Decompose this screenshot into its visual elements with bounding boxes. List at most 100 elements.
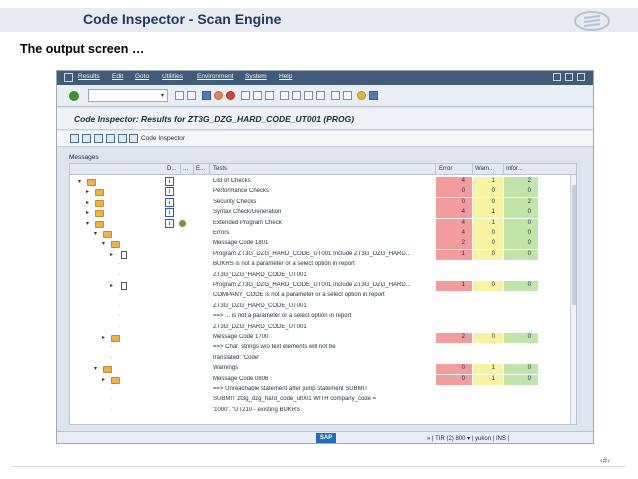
code-inspector-label[interactable]: Code Inspector — [141, 135, 185, 142]
footer-divider — [12, 466, 626, 467]
document-icon[interactable] — [121, 282, 127, 290]
table-row[interactable]: ▸ Message Code 1700 2 0 0 — [70, 333, 570, 343]
header-error[interactable]: Error — [439, 166, 452, 172]
header-d[interactable]: D... — [167, 166, 176, 172]
save-icon[interactable] — [187, 91, 196, 100]
next-page-icon[interactable] — [304, 91, 313, 100]
tree-toggle-icon[interactable]: ▸ — [110, 282, 113, 289]
folder-icon — [87, 179, 96, 186]
header-information[interactable]: Infor... — [506, 166, 523, 172]
tree-toggle-icon[interactable]: ▾ — [86, 220, 89, 227]
tree-toggle-icon[interactable]: ▸ — [86, 188, 89, 195]
page-number: ‹#› — [600, 456, 610, 465]
table-row[interactable]: ▸ Message Code 0806 0 1 0 — [70, 374, 570, 385]
tree-toggle-icon[interactable]: ▾ — [102, 240, 105, 247]
menu-results[interactable]: Results — [78, 73, 100, 80]
print-icon[interactable] — [241, 91, 250, 100]
vertical-scrollbar[interactable] — [570, 175, 576, 424]
find-next-icon[interactable] — [265, 91, 274, 100]
info-icon[interactable]: i — [165, 187, 174, 197]
document-icon[interactable] — [129, 134, 138, 143]
back-double-icon[interactable] — [175, 91, 184, 100]
tree-toggle-icon[interactable]: ▾ — [94, 230, 97, 237]
filter-icon[interactable] — [94, 134, 103, 143]
menu-edit[interactable]: Edit — [112, 73, 123, 80]
table-row[interactable]: · COMPANY_CODE is not a parameter or a se… — [70, 291, 570, 301]
header-e[interactable]: E... — [196, 166, 205, 172]
tree-toggle-icon[interactable]: ▾ — [94, 365, 97, 372]
tree-toggle-icon[interactable]: ▸ — [110, 251, 113, 258]
test-text: Security Checks — [213, 198, 257, 205]
tree-leaf-icon: · — [118, 302, 120, 309]
close-button[interactable] — [577, 73, 585, 81]
find-icon[interactable] — [253, 91, 262, 100]
table-row[interactable]: · ZT3G_DZG_HARD_CODE_UT001 — [70, 271, 570, 281]
tree-toggle-icon[interactable]: ▾ — [78, 178, 81, 185]
first-page-icon[interactable] — [280, 91, 289, 100]
table-row[interactable]: ▸ Program ZT3G_DZG_HARD_CODE_UT001 Includ… — [70, 281, 570, 291]
table-row[interactable]: · ==> Char. strings w/o text elements wil… — [70, 343, 570, 353]
tree-toggle-icon[interactable]: ▸ — [86, 209, 89, 216]
table-row[interactable]: ▸ i Syntax Check/Generation 4 1 0 — [70, 208, 570, 219]
enter-icon[interactable] — [69, 91, 79, 101]
table-row[interactable]: · ==> Unreachable statement after jump st… — [70, 385, 570, 395]
info-icon[interactable]: i — [165, 208, 174, 218]
folder-icon — [95, 199, 104, 207]
export-icon[interactable] — [106, 134, 115, 143]
table-row[interactable]: ▾ i Extended Program Check 4 1 0 — [70, 218, 570, 229]
menu-environment[interactable]: Environment — [197, 73, 234, 80]
extended-check-icon[interactable] — [179, 219, 186, 227]
shortcut-icon[interactable] — [343, 91, 352, 100]
table-row[interactable]: · '1000'. "UT210 - existing BUKRS — [70, 406, 570, 416]
tree-toggle-icon[interactable]: ▸ — [102, 334, 105, 341]
table-row[interactable]: · translated: 'Code' — [70, 354, 570, 364]
table-row[interactable]: ▸ i Security Checks 0 0 2 — [70, 197, 570, 208]
sort-icon[interactable] — [82, 134, 91, 143]
system-status[interactable]: » | TIR (2) 800 ▾ | yukon | INS | — [427, 435, 509, 442]
info-icon[interactable]: i — [165, 177, 174, 186]
back-icon[interactable] — [202, 91, 211, 100]
last-page-icon[interactable] — [316, 91, 325, 100]
scrollbar-thumb[interactable] — [572, 185, 576, 305]
menu-utilities[interactable]: Utilities — [162, 73, 183, 80]
warning-count: 1 — [491, 209, 495, 216]
new-session-icon[interactable] — [331, 91, 340, 100]
tree-toggle-icon[interactable]: ▸ — [102, 376, 105, 383]
info-icon[interactable] — [70, 134, 79, 143]
table-row[interactable]: · SUBMIT zt3g_dzg_hard_code_ut001 WITH co… — [70, 395, 570, 405]
test-text: ZT3G_DZG_HARD_CODE_UT001 — [213, 323, 307, 330]
table-row[interactable]: · BUKRS is not a parameter or a select op… — [70, 260, 570, 270]
slide-title: Code Inspector - Scan Engine — [83, 11, 282, 27]
table-row[interactable]: ▾ Warnings 0 1 0 — [70, 364, 570, 375]
minimize-button[interactable] — [553, 73, 561, 81]
menu-goto[interactable]: Goto — [135, 73, 149, 80]
previous-page-icon[interactable] — [292, 91, 301, 100]
table-row[interactable]: · ZT3G_DZG_HARD_CODE_UT001 — [70, 302, 570, 312]
header-warnings[interactable]: Warn... — [475, 166, 494, 172]
table-row[interactable]: ▾ i List of Checks 4 1 2 — [70, 177, 570, 187]
maximize-button[interactable] — [565, 73, 573, 81]
menu-system[interactable]: System — [245, 73, 267, 80]
header-tests[interactable]: Tests — [213, 166, 227, 172]
table-row[interactable]: · ==> ... is not a parameter or a select … — [70, 312, 570, 322]
info-icon[interactable]: i — [165, 197, 174, 207]
table-row[interactable]: ▸ Program ZT3G_DZG_HARD_CODE_UT001 Includ… — [70, 249, 570, 260]
table-row[interactable]: · ZT3G_DZG_HARD_CODE_UT001 — [70, 323, 570, 333]
exit-icon[interactable] — [214, 91, 223, 100]
chevron-down-icon[interactable]: ▾ — [161, 92, 164, 99]
grid-icon[interactable] — [118, 134, 127, 143]
document-icon[interactable] — [121, 250, 127, 259]
help-icon[interactable] — [357, 91, 366, 100]
command-field[interactable] — [88, 89, 168, 102]
menu-icon[interactable] — [64, 73, 73, 82]
menu-help[interactable]: Help — [279, 73, 292, 80]
tree-toggle-icon[interactable]: ▸ — [86, 199, 89, 206]
table-row[interactable]: ▾ Errors 4 0 0 — [70, 229, 570, 239]
error-count: 0 — [461, 375, 465, 382]
table-row[interactable]: ▾ Message Code 1801 2 0 0 — [70, 239, 570, 250]
cancel-icon[interactable] — [226, 91, 235, 100]
header-dots[interactable]: ... — [183, 166, 188, 172]
info-icon[interactable]: i — [165, 218, 174, 228]
table-row[interactable]: ▸ i Performance Checks 0 0 0 — [70, 187, 570, 198]
layout-icon[interactable] — [369, 91, 378, 100]
